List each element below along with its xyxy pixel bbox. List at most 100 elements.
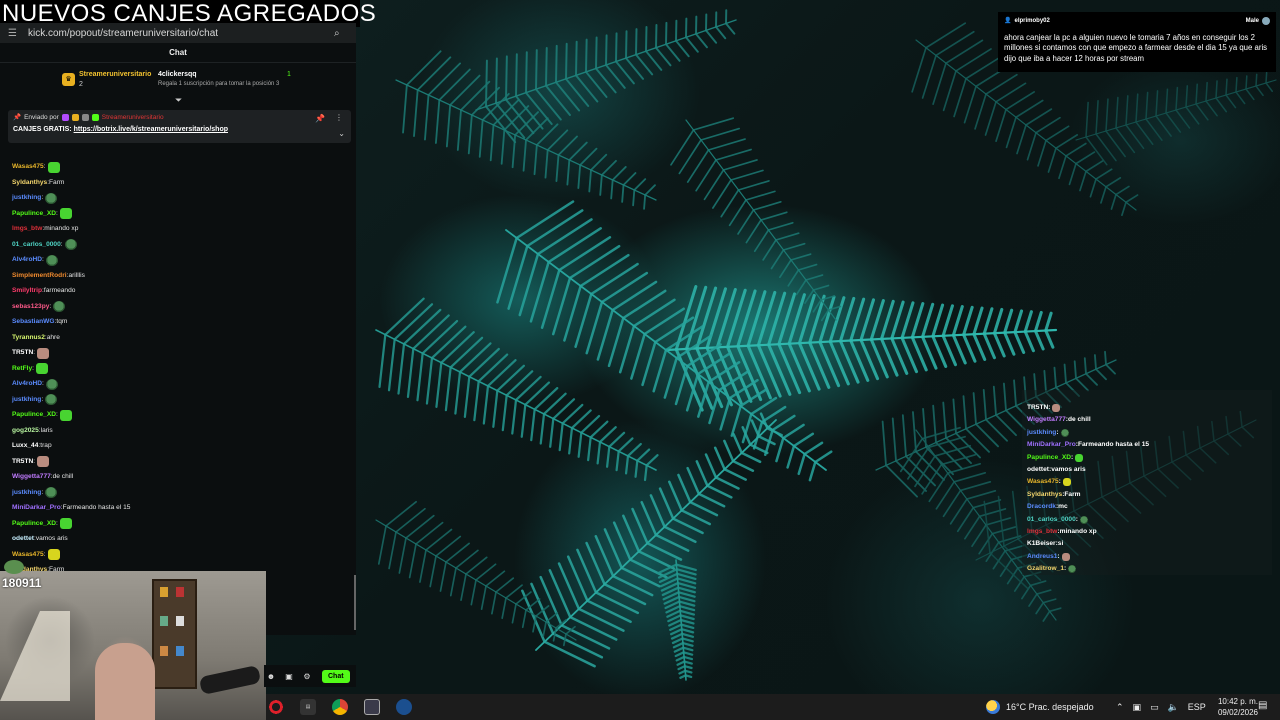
microphone-arm (198, 664, 262, 696)
emote-icon (37, 456, 50, 467)
chat-username[interactable]: 01_carlos_0000 (12, 239, 61, 251)
chat-username[interactable]: Wasas475 (12, 161, 44, 173)
emote-icon (59, 409, 72, 421)
overlay-chat-message: K1Beiser : si (1027, 538, 1063, 550)
chat-username[interactable]: SimplementRodri (12, 270, 67, 282)
steam-icon[interactable] (396, 699, 412, 715)
emote-icon (47, 161, 60, 173)
overlay-chat-message: Wasas475 : (1027, 476, 1071, 488)
chat-text: trap (40, 442, 52, 449)
chat-separator: : (49, 302, 52, 310)
fern-background (375, 9, 1277, 681)
chat-username[interactable]: Alv4roHD (12, 378, 42, 390)
bookshelf (152, 579, 197, 689)
volume-icon[interactable]: 🔈 (1168, 702, 1179, 713)
overlay-chat-username: MiniDarkar_Pro (1027, 441, 1076, 449)
chat-username[interactable]: Papulince_XD (12, 208, 56, 220)
emote-icon (1060, 428, 1069, 437)
gift-icon[interactable]: ▣ (284, 672, 294, 681)
chat-username[interactable]: odettet (12, 533, 34, 545)
chat-separator: : (42, 380, 44, 387)
chat-username[interactable]: Wiggetta777 (12, 471, 51, 483)
chat-username[interactable]: TR5TN (12, 347, 33, 359)
overlay-chat-text: de chill (1067, 416, 1091, 424)
chat-text: arilllis (68, 271, 85, 279)
overlay-chat-username: TR5TN (1027, 404, 1049, 411)
tts-user: elprimoby02 (1014, 18, 1050, 24)
emoji-icon[interactable]: ☻ (266, 672, 276, 681)
opera-icon[interactable] (268, 699, 284, 715)
unpin-icon[interactable]: 📌 (315, 114, 325, 123)
chat-text: vamos aris (35, 535, 68, 542)
chevron-down-icon[interactable]: ⌄ (338, 129, 345, 138)
chat-username[interactable]: Alv4roHD (12, 254, 42, 266)
network-icon[interactable]: ▭ (1150, 702, 1159, 713)
language-indicator[interactable]: ESP (1188, 702, 1206, 712)
clock[interactable]: 10:42 p. m. 09/02/2026 (1206, 696, 1258, 718)
chat-input-bar: ☻ ▣ ⚙ Chat (264, 665, 356, 687)
chat-username[interactable]: SebastianWG (12, 316, 55, 328)
overlay-chat-text: mc (1058, 503, 1068, 511)
badge-icon (71, 113, 79, 121)
chat-username[interactable]: justkhing (12, 192, 41, 204)
chat-separator: : (41, 194, 44, 201)
zoom-icon[interactable]: ⌕ (334, 28, 348, 39)
overlay-chat-separator: : (1075, 515, 1078, 523)
chat-username[interactable]: gog2025 (12, 425, 39, 437)
pinned-label: CANJES GRATIS: (13, 126, 72, 133)
chat-scrollbar[interactable] (354, 575, 356, 630)
address-bar[interactable]: ☰ kick.com/popout/streameruniversitario/… (0, 23, 356, 43)
app-icon[interactable]: ▤ (300, 699, 316, 715)
collapse-arrow-icon[interactable]: ⏷ (175, 95, 182, 106)
chat-message: Wiggetta777: de chill (12, 471, 73, 483)
leaderboard-first-user[interactable]: Streameruniversitario (79, 71, 151, 78)
tts-alert: 👤 elprimoby02 Male ahora canjear la pc a … (998, 12, 1276, 72)
pinned-author[interactable]: Streameruniversitario (102, 114, 164, 121)
chat-message: Papulince_XD: (12, 518, 72, 530)
leaderboard-second-user[interactable]: 4clickersqq (158, 71, 197, 78)
overlay-chat-text: vamos aris (1051, 466, 1086, 473)
crown-icon: ♛ (62, 73, 75, 86)
chat-username[interactable]: Papulince_XD (12, 518, 56, 530)
overlay-chat-message: Dracordk : mc (1027, 501, 1068, 513)
chat-username[interactable]: RetFly (12, 363, 32, 375)
gift-leaderboard: ♛ Streameruniversitario 2 4clickersqq Re… (0, 63, 356, 95)
chat-message: justkhing: (12, 192, 58, 204)
overlay-chat-message: Wiggetta777 : de chill (1027, 414, 1091, 426)
chat-username[interactable]: sebas123py (12, 301, 49, 313)
chat-username[interactable]: justkhing (12, 394, 41, 406)
overlay-chat-username: Dracordk (1027, 503, 1056, 511)
url-text[interactable]: kick.com/popout/streameruniversitario/ch… (22, 28, 334, 39)
weather-widget[interactable]: 16°C Prac. despejado (986, 694, 1094, 720)
chat-message: TR5TN: (12, 456, 50, 468)
chat-username[interactable]: justkhing (12, 487, 41, 499)
overlay-chat-username: Syldanthys (1027, 490, 1063, 498)
chevron-up-icon[interactable]: ⌃ (1116, 702, 1124, 713)
chat-username[interactable]: Syldanthys (12, 177, 47, 189)
window-icon[interactable] (364, 699, 380, 715)
more-options-icon[interactable]: ⋮ (335, 113, 343, 122)
emote-icon (45, 487, 58, 498)
chat-username[interactable]: Smilyltrip (12, 285, 42, 297)
chrome-icon[interactable] (332, 699, 348, 715)
chat-username[interactable]: Wasas475 (12, 549, 44, 561)
chat-username[interactable]: lmgs_btw (12, 223, 42, 235)
overlay-chat-username: odettet (1027, 466, 1049, 473)
tts-message: ahora canjear la pc a alguien nuevo le t… (1004, 32, 1268, 63)
chat-username[interactable]: Papulince_XD (12, 409, 56, 421)
tray-app-icon[interactable]: ▣ (1133, 702, 1142, 713)
chat-username[interactable]: MiniDarkar_Pro (12, 502, 61, 514)
chat-username[interactable]: Tyrannus2 (12, 332, 45, 344)
user-icon: 👤 (1004, 18, 1012, 24)
overlay-chat-separator: : (1056, 428, 1059, 436)
chat-username[interactable]: TR5TN (12, 456, 33, 468)
chat-send-button[interactable]: Chat (322, 669, 350, 683)
site-info-icon[interactable]: ☰ (8, 28, 22, 39)
settings-icon[interactable]: ⚙ (302, 672, 312, 681)
chat-separator: : (43, 163, 46, 170)
tts-voice: Male (1245, 18, 1259, 24)
pinned-link[interactable]: https://botrix.live/k/streameruniversita… (74, 126, 228, 133)
notification-icon[interactable]: ▤ (1258, 700, 1267, 711)
subscriber-avatar (4, 560, 24, 574)
chat-username[interactable]: Luxx_44 (12, 440, 38, 452)
